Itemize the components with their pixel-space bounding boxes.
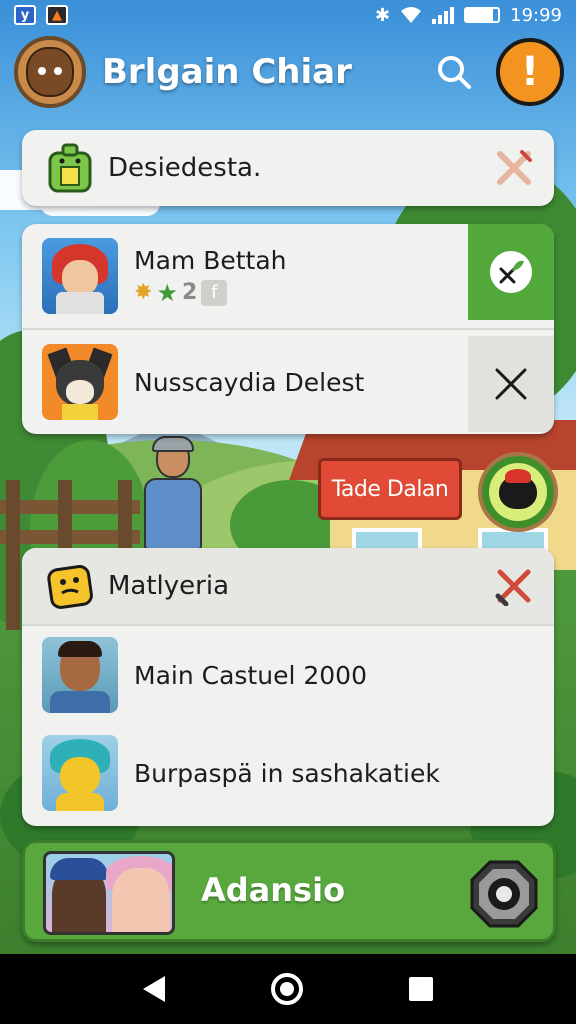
character-cap — [50, 858, 108, 880]
search-button[interactable] — [432, 50, 476, 94]
farmer-body — [144, 478, 202, 550]
paw-icon: ✸ — [134, 280, 153, 305]
avatar-body — [56, 793, 104, 811]
card-header: Matlyeria — [22, 548, 554, 624]
avatar-muzzle — [66, 380, 94, 404]
chip-badge: f — [201, 279, 228, 306]
back-icon[interactable] — [143, 976, 165, 1002]
dismiss-tools-button[interactable] — [494, 148, 534, 188]
friend-stats: ✸ ★ 2 f — [134, 279, 287, 307]
star-icon: ★ — [156, 278, 178, 307]
card-title: Matlyeria — [108, 571, 230, 601]
green-robot-icon — [42, 140, 98, 196]
card-title: Desiedesta. — [108, 153, 262, 183]
quest-card[interactable]: Desiedesta. — [22, 130, 554, 206]
profile-avatar-button[interactable] — [14, 36, 86, 108]
system-nav-bar — [0, 954, 576, 1024]
badge-inner — [489, 463, 547, 521]
signal-icon — [432, 6, 455, 24]
battery-icon — [464, 7, 501, 23]
avatar-face — [62, 260, 98, 296]
crossed-tools-icon — [497, 150, 532, 185]
game-notification-icon: ▲ — [46, 5, 68, 25]
party-avatar-image — [43, 851, 175, 935]
crossed-tools-icon — [495, 569, 531, 607]
friend-name: Nusscaydia Delest — [134, 367, 365, 397]
home-icon[interactable] — [271, 973, 303, 1005]
friend-avatar — [42, 238, 118, 314]
friend-name: Mam Bettah — [134, 245, 287, 275]
status-bar: y ▲ ✱ 19:99 — [0, 0, 576, 30]
material-name: Main Castuel 2000 — [134, 660, 367, 690]
avatar-shirt — [50, 691, 110, 713]
material-row[interactable]: Burpaspä in sashakatiek — [22, 724, 554, 822]
avatar-scarf — [56, 292, 104, 314]
material-row[interactable]: Main Castuel 2000 — [22, 626, 554, 724]
friend-info: Mam Bettah ✸ ★ 2 f — [118, 246, 287, 307]
material-avatar — [42, 735, 118, 811]
camera-button[interactable] — [469, 859, 539, 929]
materials-card: Matlyeria Main Castuel 2000 Burpaspä in … — [22, 548, 554, 826]
card-header: Desiedesta. — [22, 130, 554, 206]
farmer-cap — [152, 436, 194, 452]
alert-icon: ! — [520, 49, 540, 95]
status-notifications: y ▲ — [14, 5, 68, 25]
yellow-block-icon — [42, 558, 98, 614]
shop-sign[interactable]: Tade Dalan — [318, 458, 462, 520]
material-avatar — [42, 637, 118, 713]
app-title: Brlgain Chiar — [102, 52, 352, 92]
status-time: 19:99 — [510, 4, 562, 26]
action-label: Adansio — [201, 871, 346, 909]
character-body — [112, 868, 170, 932]
wifi-icon — [401, 7, 422, 23]
ladybug-icon — [499, 469, 537, 509]
search-icon — [438, 56, 471, 89]
dismiss-tools-button[interactable] — [494, 566, 534, 607]
action-bar-button[interactable]: Adansio — [22, 840, 556, 942]
avatar-face — [26, 47, 74, 97]
camera-lens-icon — [470, 860, 538, 928]
recents-icon[interactable] — [409, 977, 433, 1001]
bluetooth-icon: ✱ — [375, 4, 391, 26]
friend-row[interactable]: Mam Bettah ✸ ★ 2 f — [22, 224, 554, 328]
app-notification-icon: y — [14, 5, 36, 25]
fence-post — [6, 480, 20, 630]
avatar-face — [60, 757, 100, 795]
friend-avatar — [42, 344, 118, 420]
accept-icon — [490, 251, 532, 293]
dismiss-button[interactable] — [468, 336, 554, 432]
avatar-shirt — [62, 404, 98, 420]
status-system-icons: ✱ 19:99 — [375, 5, 562, 26]
app-header: Brlgain Chiar ! — [0, 36, 576, 112]
friends-card: Mam Bettah ✸ ★ 2 f Nusscaydia Delest — [22, 224, 554, 434]
close-icon — [495, 368, 527, 400]
accept-button[interactable] — [468, 224, 554, 320]
avatar-hair — [58, 641, 102, 657]
farmer-character[interactable] — [138, 436, 218, 550]
material-name: Burpaspä in sashakatiek — [134, 758, 440, 788]
alert-button[interactable]: ! — [496, 38, 564, 106]
star-count: 2 — [181, 280, 198, 305]
ladybug-badge-button[interactable] — [478, 452, 558, 532]
